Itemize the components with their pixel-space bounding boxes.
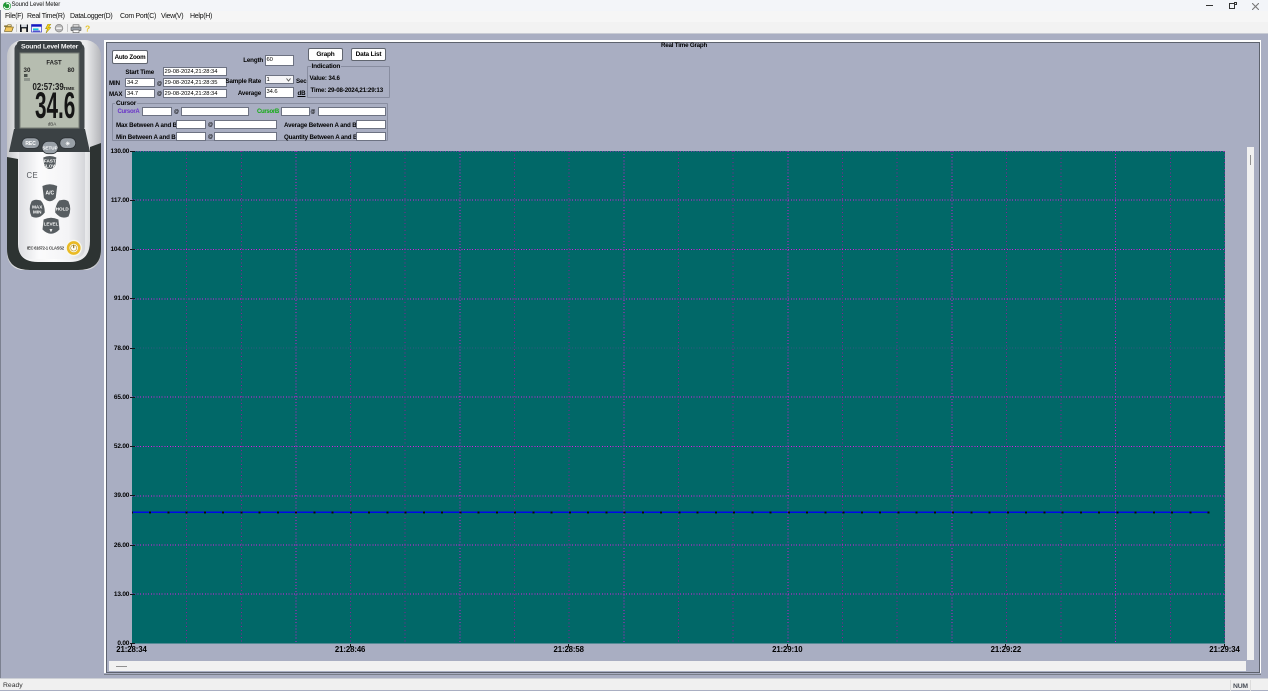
svg-text:dBA: dBA [48, 122, 57, 127]
svg-text:☀: ☀ [65, 141, 70, 148]
svg-text:▼: ▼ [49, 228, 54, 234]
svg-text:HOLD: HOLD [56, 207, 70, 212]
svg-text:30: 30 [24, 67, 31, 74]
svg-text:REC: REC [25, 141, 36, 147]
svg-text:SETUP: SETUP [42, 146, 57, 151]
svg-text:FAST: FAST [46, 61, 62, 67]
svg-text:SLOW: SLOW [43, 164, 57, 169]
svg-text:?: ? [85, 24, 90, 33]
svg-text:LEVEL: LEVEL [44, 222, 59, 227]
svg-text:Sound Level Meter: Sound Level Meter [21, 44, 79, 51]
svg-text:CE: CE [27, 171, 39, 180]
svg-text:IEC 61672-1 CLASS2: IEC 61672-1 CLASS2 [27, 246, 65, 251]
svg-text:A/C: A/C [45, 191, 54, 197]
svg-text:80: 80 [68, 67, 75, 74]
svg-text:MIN: MIN [33, 210, 42, 215]
